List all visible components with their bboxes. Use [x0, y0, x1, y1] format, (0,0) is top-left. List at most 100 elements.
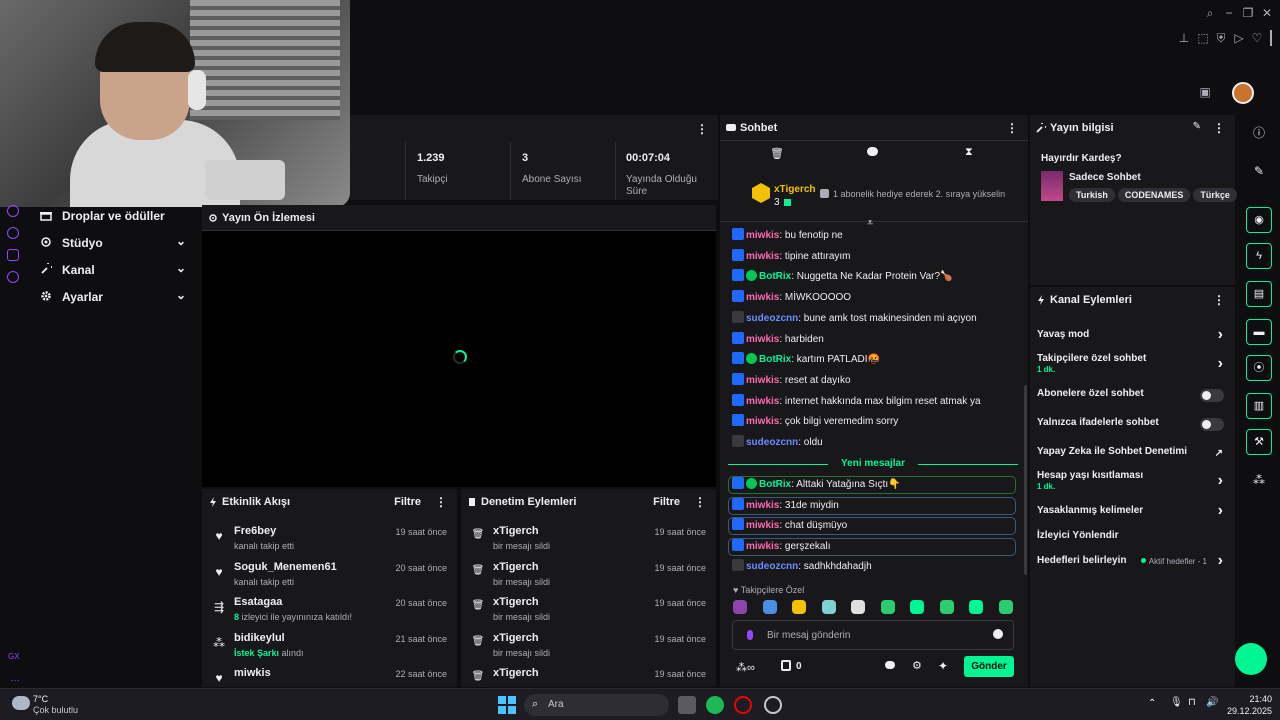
chat-message[interactable]: miwkis: MİWKOOOOO: [732, 290, 1018, 306]
chat-username[interactable]: miwkis: [746, 251, 779, 262]
steam-icon[interactable]: [764, 696, 782, 714]
restore-icon[interactable]: ❐: [1241, 6, 1255, 20]
chat-username[interactable]: miwkis: [746, 230, 779, 241]
chat-message[interactable]: BotRix: Alttaki Yatağına Sıçtı👇: [728, 476, 1016, 494]
taskview-icon[interactable]: [678, 696, 696, 714]
mic-icon[interactable]: [747, 630, 753, 640]
extensions-icon[interactable]: ⁂: [1246, 467, 1272, 493]
heart-icon[interactable]: ♡: [1250, 31, 1264, 45]
channel-action-row[interactable]: Hesap yaşı kısıtlaması 1 dk. ›: [1037, 470, 1229, 491]
more-icon[interactable]: ⋮: [696, 122, 708, 136]
activity-row[interactable]: ♥ Fre6bey kanalı takip etti 19 saat önce: [202, 522, 457, 556]
channel-action-row[interactable]: Abonelere özel sohbet: [1037, 388, 1229, 402]
send-button[interactable]: Gönder: [964, 656, 1014, 677]
points-icon[interactable]: [781, 660, 791, 671]
chevron-up-icon[interactable]: ⌃: [1148, 698, 1156, 709]
chat-message[interactable]: BotRix: kartım PATLADI🤬: [732, 352, 1018, 368]
chat-username[interactable]: miwkis: [746, 375, 779, 386]
mod-view-icon[interactable]: ▣: [1198, 85, 1212, 99]
chat-username[interactable]: sudeozcnn: [746, 561, 798, 572]
filter-button[interactable]: Filtre: [653, 496, 680, 508]
search-icon[interactable]: ⌕: [1203, 6, 1217, 20]
info-icon[interactable]: ⓘ: [1246, 120, 1272, 146]
chat-username[interactable]: BotRix: [759, 354, 791, 365]
bits-icon[interactable]: ⁂∞: [736, 661, 755, 674]
chat-username[interactable]: BotRix: [759, 479, 791, 490]
moderation-row[interactable]: 🗑 xTigerch bir mesajı sildi 19 saat önce: [461, 558, 716, 592]
play-icon[interactable]: ▷: [1232, 31, 1246, 45]
stream-tag[interactable]: Turkish: [1069, 188, 1115, 202]
channel-action-row[interactable]: Hedefleri belirleyin › Aktif hedefler - 1: [1037, 552, 1229, 569]
chat-message[interactable]: sudeozcnn: bune amk tost makinesinden mi…: [732, 310, 1018, 327]
activity-user[interactable]: Soguk_Menemen61: [234, 561, 337, 573]
channel-action-row[interactable]: Yavaş mod ›: [1037, 326, 1229, 343]
filter-button[interactable]: Filtre: [394, 496, 421, 508]
chat-message[interactable]: miwkis: 31de miydin: [728, 496, 1016, 515]
broadcast-icon[interactable]: ⦿: [1246, 355, 1272, 381]
volume-icon[interactable]: 🔊: [1206, 697, 1218, 708]
chat-scrollbar[interactable]: [1024, 385, 1027, 575]
category-name[interactable]: Sadece Sohbet: [1069, 172, 1141, 183]
drops-rail-icon[interactable]: [7, 205, 19, 217]
nav-studio[interactable]: Stüdyo ⌄: [40, 233, 190, 253]
hex-rail-icon[interactable]: [7, 249, 19, 261]
windows-start-icon[interactable]: [498, 696, 516, 714]
moderator-name[interactable]: xTigerch: [493, 596, 539, 608]
chat-message[interactable]: miwkis: chat düşmüyo: [728, 517, 1016, 536]
stream-tag[interactable]: CODENAMES: [1117, 188, 1191, 202]
screenshot-icon[interactable]: ⬚: [1196, 31, 1210, 45]
activity-user[interactable]: Esatagaa: [234, 596, 282, 608]
chat-username[interactable]: miwkis: [746, 416, 779, 427]
chat-username[interactable]: miwkis: [746, 500, 779, 511]
moderator-name[interactable]: xTigerch: [493, 667, 539, 679]
chat-username[interactable]: sudeozcnn: [746, 313, 798, 324]
gear-icon[interactable]: ⚙: [912, 659, 922, 672]
chat-message[interactable]: miwkis: gerşzekalı: [728, 538, 1016, 557]
taskbar-search[interactable]: ⌕ Ara: [524, 694, 669, 716]
lightning-icon[interactable]: ϟ: [1246, 243, 1272, 269]
wrench-icon[interactable]: ⚒: [1246, 429, 1272, 455]
minimize-icon[interactable]: −: [1222, 6, 1236, 20]
chat-icon[interactable]: ▬: [1246, 319, 1272, 345]
emote-icon[interactable]: [792, 600, 806, 614]
layout-icon[interactable]: ▥: [1246, 393, 1272, 419]
camera-icon[interactable]: ◉: [1246, 207, 1272, 233]
chat-message[interactable]: miwkis: bu fenotip ne: [732, 228, 1018, 244]
more-icon[interactable]: ⋮: [1213, 293, 1225, 307]
mic-icon[interactable]: 🎙: [1170, 697, 1183, 708]
activity-row[interactable]: ♥ Soguk_Menemen61 kanalı takip etti 20 saat…: [202, 558, 457, 592]
chat-username[interactable]: miwkis: [746, 396, 779, 407]
network-icon[interactable]: ⊓: [1188, 697, 1196, 708]
chat-username[interactable]: BotRix: [759, 271, 791, 282]
chat-input[interactable]: Bir mesaj gönderin: [732, 620, 1014, 650]
emoji-icon[interactable]: [993, 629, 1003, 639]
moderator-name[interactable]: xTigerch: [493, 632, 539, 644]
chat-message[interactable]: BotRix: Nuggetta Ne Kadar Protein Var?🍗: [732, 269, 1018, 285]
channel-action-row[interactable]: İzleyici Yönlendir: [1037, 530, 1229, 541]
emote-icon[interactable]: [939, 600, 954, 614]
edit-icon[interactable]: ✎: [1193, 121, 1201, 132]
weather-icon[interactable]: [12, 696, 30, 710]
channel-action-row[interactable]: Yasaklanmış kelimeler ›: [1037, 502, 1229, 519]
avatar[interactable]: [1232, 82, 1254, 104]
chat-message[interactable]: sudeozcnn: oldu: [732, 435, 1018, 451]
stream-tag[interactable]: Türkçe: [1193, 188, 1237, 202]
chat-username[interactable]: miwkis: [746, 292, 779, 303]
moderator-name[interactable]: xTigerch: [493, 525, 539, 537]
clock-rail-icon[interactable]: [7, 227, 19, 239]
more-icon[interactable]: ⋮: [694, 495, 706, 509]
shield-icon[interactable]: ⛨: [1214, 31, 1228, 45]
chat-username[interactable]: miwkis: [746, 541, 779, 552]
chat-message[interactable]: miwkis: harbiden: [732, 331, 1018, 348]
toggle-switch[interactable]: [1200, 418, 1224, 431]
channel-action-row[interactable]: Takipçilere özel sohbet 1 dk. ›: [1037, 353, 1229, 374]
document-icon[interactable]: ▤: [1246, 281, 1272, 307]
chat-message[interactable]: miwkis: reset at dayıko: [732, 372, 1018, 389]
activity-user[interactable]: miwkis: [234, 667, 271, 679]
pin-icon[interactable]: ⊥: [1177, 31, 1191, 45]
moderator-name[interactable]: xTigerch: [493, 561, 539, 573]
settings-rail-icon[interactable]: [7, 271, 19, 283]
moderation-row[interactable]: 🗑 xTigerch bir mesajı sildi 19 saat önce: [461, 593, 716, 627]
nav-drops[interactable]: Droplar ve ödüller: [40, 206, 190, 226]
emote-icon[interactable]: [762, 600, 777, 614]
